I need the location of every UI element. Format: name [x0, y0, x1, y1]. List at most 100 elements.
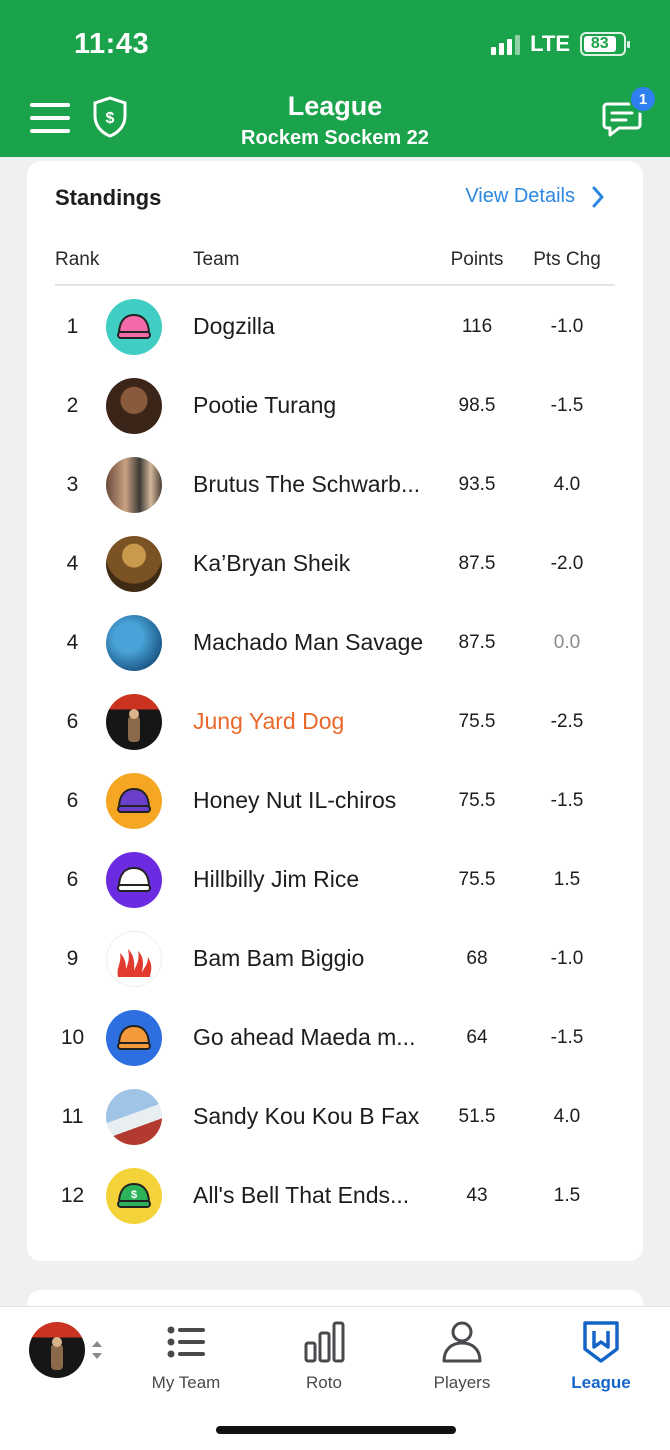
rank-value: 3 [66, 473, 79, 496]
standings-row[interactable]: 1 Dogzilla 116 -1.0 [27, 287, 643, 366]
pts-chg-value: 4.0 [553, 474, 581, 495]
standings-row[interactable]: 11 Sandy Kou Kou B Fax 51.5 4.0 [27, 1077, 643, 1156]
team-switcher-avatar[interactable] [29, 1322, 85, 1378]
standings-row[interactable]: 2 Pootie Turang 98.5 -1.5 [27, 366, 643, 445]
tab-players[interactable]: Players [407, 1319, 517, 1393]
tab-label: Players [433, 1373, 491, 1392]
team-avatar-neon-sign [106, 615, 162, 671]
standings-title: Standings [55, 185, 162, 210]
points-value: 75.5 [458, 869, 496, 890]
rank-value: 10 [60, 1026, 85, 1049]
pts-chg-value: -1.5 [550, 1027, 584, 1048]
points-value: 116 [461, 316, 493, 337]
column-header-team: Team [193, 249, 240, 270]
standings-row[interactable]: 3 Brutus The Schwarb... 93.5 4.0 [27, 445, 643, 524]
points-value: 68 [466, 948, 488, 969]
points-value: 93.5 [458, 474, 496, 495]
team-name[interactable]: Brutus The Schwarb... [193, 471, 420, 498]
page-title: League [287, 91, 383, 121]
team-avatar-photo [106, 694, 162, 750]
signal-icon [491, 33, 521, 55]
team-avatar-photo [106, 1089, 162, 1145]
column-header-points[interactable]: Points [439, 249, 515, 271]
standings-row-my-team[interactable]: 6 Jung Yard Dog 75.5 -2.5 [27, 682, 643, 761]
rank-value: 4 [66, 631, 79, 654]
pts-chg-value: 4.0 [553, 1106, 581, 1127]
pts-chg-value: 1.5 [553, 869, 581, 890]
list-icon [167, 1326, 205, 1358]
app-header: 11:43 LTE 83 $ League Rockem Sockem 22 1 [0, 0, 670, 157]
team-avatar-photo [106, 378, 162, 434]
header-divider [55, 284, 615, 286]
tab-label: League [571, 1373, 631, 1392]
team-name[interactable]: Ka’Bryan Sheik [193, 550, 350, 577]
tab-my-team[interactable]: My Team [131, 1319, 241, 1393]
column-header-pts-chg[interactable]: Pts Chg [529, 249, 605, 271]
standings-row[interactable]: 6 Hillbilly Jim Rice 75.5 1.5 [27, 840, 643, 919]
pts-chg-value: -1.5 [550, 395, 584, 416]
pts-chg-value: -2.0 [550, 553, 584, 574]
team-name[interactable]: Jung Yard Dog [193, 708, 344, 735]
points-value: 51.5 [458, 1106, 496, 1127]
team-name[interactable]: Bam Bam Biggio [193, 945, 364, 972]
points-value: 64 [466, 1027, 488, 1048]
team-avatar-photo [106, 536, 162, 592]
points-value: 98.5 [458, 395, 496, 416]
standings-row[interactable]: 6 Honey Nut IL-chiros 75.5 -1.5 [27, 761, 643, 840]
team-avatar-cap-icon [106, 1010, 162, 1066]
view-details-link[interactable]: View Details [465, 185, 605, 208]
view-details-label: View Details [465, 185, 575, 207]
battery-level: 83 [584, 35, 616, 52]
rank-value: 12 [60, 1184, 85, 1207]
tab-label: Roto [306, 1373, 342, 1392]
team-name[interactable]: Sandy Kou Kou B Fax [193, 1103, 419, 1130]
pts-chg-value: -2.5 [550, 711, 584, 732]
rank-value: 6 [66, 710, 79, 733]
league-name: Rockem Sockem 22 [241, 127, 429, 149]
team-name[interactable]: Dogzilla [193, 313, 275, 340]
team-name[interactable]: Honey Nut IL-chiros [193, 787, 396, 814]
points-value: 75.5 [458, 711, 496, 732]
points-value: 43 [466, 1185, 488, 1206]
points-value: 87.5 [458, 632, 496, 653]
column-header-rank: Rank [55, 249, 100, 270]
team-avatar-cap-icon [106, 852, 162, 908]
chevron-right-icon [592, 186, 604, 207]
notification-badge: 1 [629, 85, 657, 113]
network-label: LTE [530, 31, 570, 56]
rank-value: 6 [66, 789, 79, 812]
points-value: 87.5 [458, 553, 496, 574]
team-name[interactable]: Pootie Turang [193, 392, 336, 419]
tab-league[interactable]: League [546, 1319, 656, 1393]
status-indicators: LTE 83 [491, 31, 630, 57]
rank-value: 11 [61, 1105, 84, 1128]
team-name[interactable]: All's Bell That Ends... [193, 1182, 409, 1209]
standings-card: Standings View Details Rank Team Points … [27, 161, 643, 1261]
standings-row[interactable]: 4 Ka’Bryan Sheik 87.5 -2.0 [27, 524, 643, 603]
standings-row[interactable]: 9 Bam Bam Biggio 68 -1.0 [27, 919, 643, 998]
team-avatar-cap-icon [106, 299, 162, 355]
team-name[interactable]: Machado Man Savage [193, 629, 423, 656]
rank-value: 9 [66, 947, 79, 970]
points-value: 75.5 [458, 790, 496, 811]
team-name[interactable]: Go ahead Maeda m... [193, 1024, 415, 1051]
sort-toggle-icon[interactable] [90, 1339, 104, 1361]
team-avatar-photo [106, 457, 162, 513]
rank-value: 2 [66, 394, 79, 417]
pts-chg-value: -1.5 [550, 790, 584, 811]
pts-chg-value: 0.0 [553, 632, 581, 653]
standings-row[interactable]: 10 Go ahead Maeda m... 64 -1.5 [27, 998, 643, 1077]
standings-row[interactable]: 4 Machado Man Savage 87.5 0.0 [27, 603, 643, 682]
standings-row[interactable]: 12 $ All's Bell That Ends... 43 1.5 [27, 1156, 643, 1235]
tab-label: My Team [151, 1373, 221, 1392]
tab-roto[interactable]: Roto [269, 1319, 379, 1393]
team-avatar-cap-icon [106, 773, 162, 829]
flames-icon [106, 931, 162, 987]
rank-value: 1 [66, 315, 79, 338]
team-avatar-cap-icon: $ [106, 1168, 162, 1224]
pts-chg-value: 1.5 [553, 1185, 581, 1206]
team-name[interactable]: Hillbilly Jim Rice [193, 866, 359, 893]
rank-value: 6 [66, 868, 79, 891]
bar-chart-icon [304, 1321, 345, 1363]
league-shield-icon [583, 1321, 619, 1363]
